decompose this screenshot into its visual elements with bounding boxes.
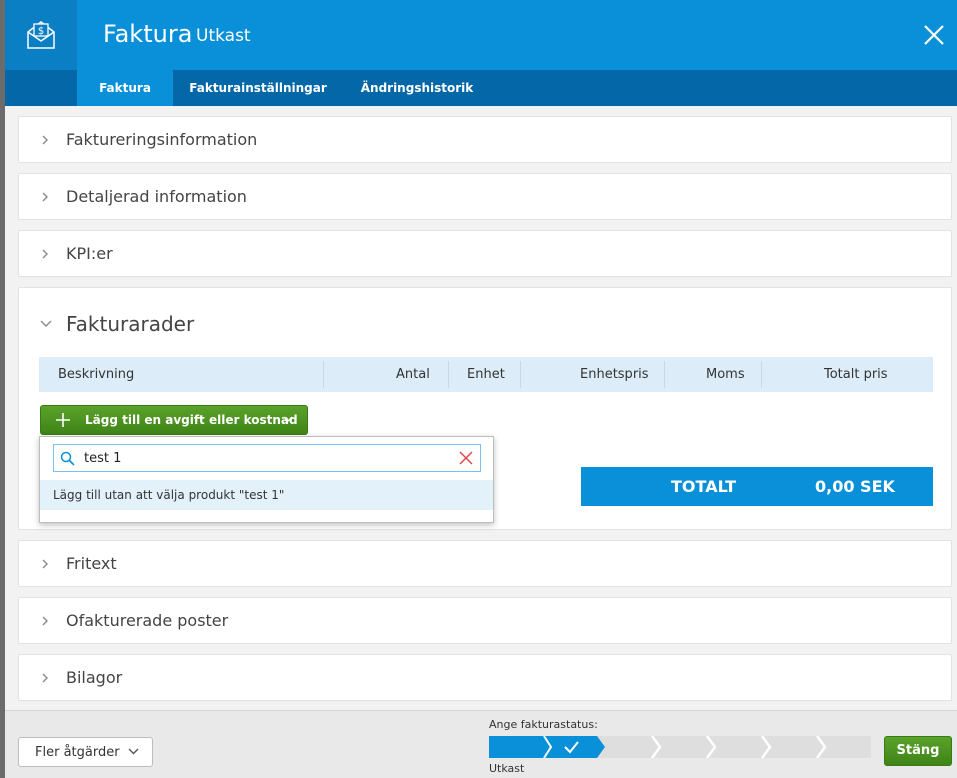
dialog-footer: Fler åtgärder Ange fakturastatus: Utkast…: [5, 710, 957, 778]
plus-icon: [56, 413, 70, 427]
page-subtitle: Utkast: [196, 26, 251, 46]
column-header-antal: Antal: [396, 367, 430, 382]
tab-andringshistorik[interactable]: Ändringshistorik: [343, 70, 491, 106]
section-fritext[interactable]: Fritext: [18, 540, 952, 587]
dialog-content: Faktureringsinformation Detaljerad infor…: [5, 106, 957, 710]
more-actions-button[interactable]: Fler åtgärder: [18, 737, 153, 767]
tab-fakturainstallningar[interactable]: Fakturainställningar: [173, 70, 343, 106]
column-header-enhet: Enhet: [467, 367, 505, 382]
chevron-right-icon: [42, 249, 48, 259]
chevron-right-icon: [42, 192, 48, 202]
total-summary: TOTALT 0,00 SEK: [581, 467, 933, 506]
section-title: Fakturarader: [66, 312, 195, 336]
product-search-dropdown: Lägg till utan att välja produkt "test 1…: [39, 436, 494, 523]
close-icon[interactable]: [919, 20, 949, 50]
status-current: Utkast: [489, 762, 525, 775]
section-label: Ofakturerade poster: [66, 611, 229, 630]
close-button[interactable]: Stäng: [884, 736, 952, 766]
section-faktureringsinformation[interactable]: Faktureringsinformation: [18, 116, 952, 163]
section-label: Faktureringsinformation: [66, 130, 258, 149]
chevron-right-icon: [42, 135, 48, 145]
section-label: KPI:er: [66, 244, 113, 263]
section-label: Detaljerad information: [66, 187, 247, 206]
section-label: Fritext: [66, 554, 117, 573]
column-header-enhetspris: Enhetspris: [580, 367, 649, 382]
section-bilagor[interactable]: Bilagor: [18, 654, 952, 701]
tab-bar: Faktura Fakturainställningar Ändringshis…: [5, 70, 957, 106]
chevron-down-icon: [283, 416, 293, 422]
section-label: Bilagor: [66, 668, 123, 687]
invoice-status-stepper[interactable]: [489, 736, 871, 758]
header-icon-box: $: [5, 0, 77, 70]
chevron-down-icon: [128, 748, 139, 755]
chevron-right-icon: [42, 559, 48, 569]
tab-faktura[interactable]: Faktura: [77, 70, 173, 106]
clear-search-icon[interactable]: [458, 450, 474, 466]
more-actions-label: Fler åtgärder: [35, 745, 120, 760]
product-search-input[interactable]: [84, 448, 444, 468]
page-title: Faktura: [103, 20, 193, 48]
search-field-wrapper: [53, 444, 481, 472]
add-without-product-option[interactable]: Lägg till utan att välja produkt "test 1…: [40, 480, 493, 510]
invoice-rows-table-header: Beskrivning Antal Enhet Enhetspris Moms …: [39, 357, 933, 392]
add-button-label: Lägg till en avgift eller kostnad: [85, 413, 298, 427]
chevron-right-icon: [42, 616, 48, 626]
invoice-envelope-icon: $: [27, 21, 55, 49]
total-value: 0,00 SEK: [815, 477, 895, 496]
chevron-down-icon[interactable]: [40, 319, 52, 329]
column-header-totalt-pris: Totalt pris: [824, 367, 888, 382]
section-ofakturerade-poster[interactable]: Ofakturerade poster: [18, 597, 952, 644]
search-icon: [60, 451, 75, 466]
column-header-beskrivning: Beskrivning: [58, 367, 135, 382]
add-fee-or-cost-button[interactable]: Lägg till en avgift eller kostnad: [40, 405, 308, 435]
dialog-header: $ Faktura Utkast: [5, 0, 957, 70]
section-kpi[interactable]: KPI:er: [18, 230, 952, 277]
section-detaljerad-information[interactable]: Detaljerad information: [18, 173, 952, 220]
column-header-moms: Moms: [706, 367, 745, 382]
chevron-right-icon: [42, 673, 48, 683]
status-label: Ange fakturastatus:: [489, 718, 598, 731]
total-label: TOTALT: [671, 477, 737, 496]
svg-text:$: $: [38, 26, 44, 37]
